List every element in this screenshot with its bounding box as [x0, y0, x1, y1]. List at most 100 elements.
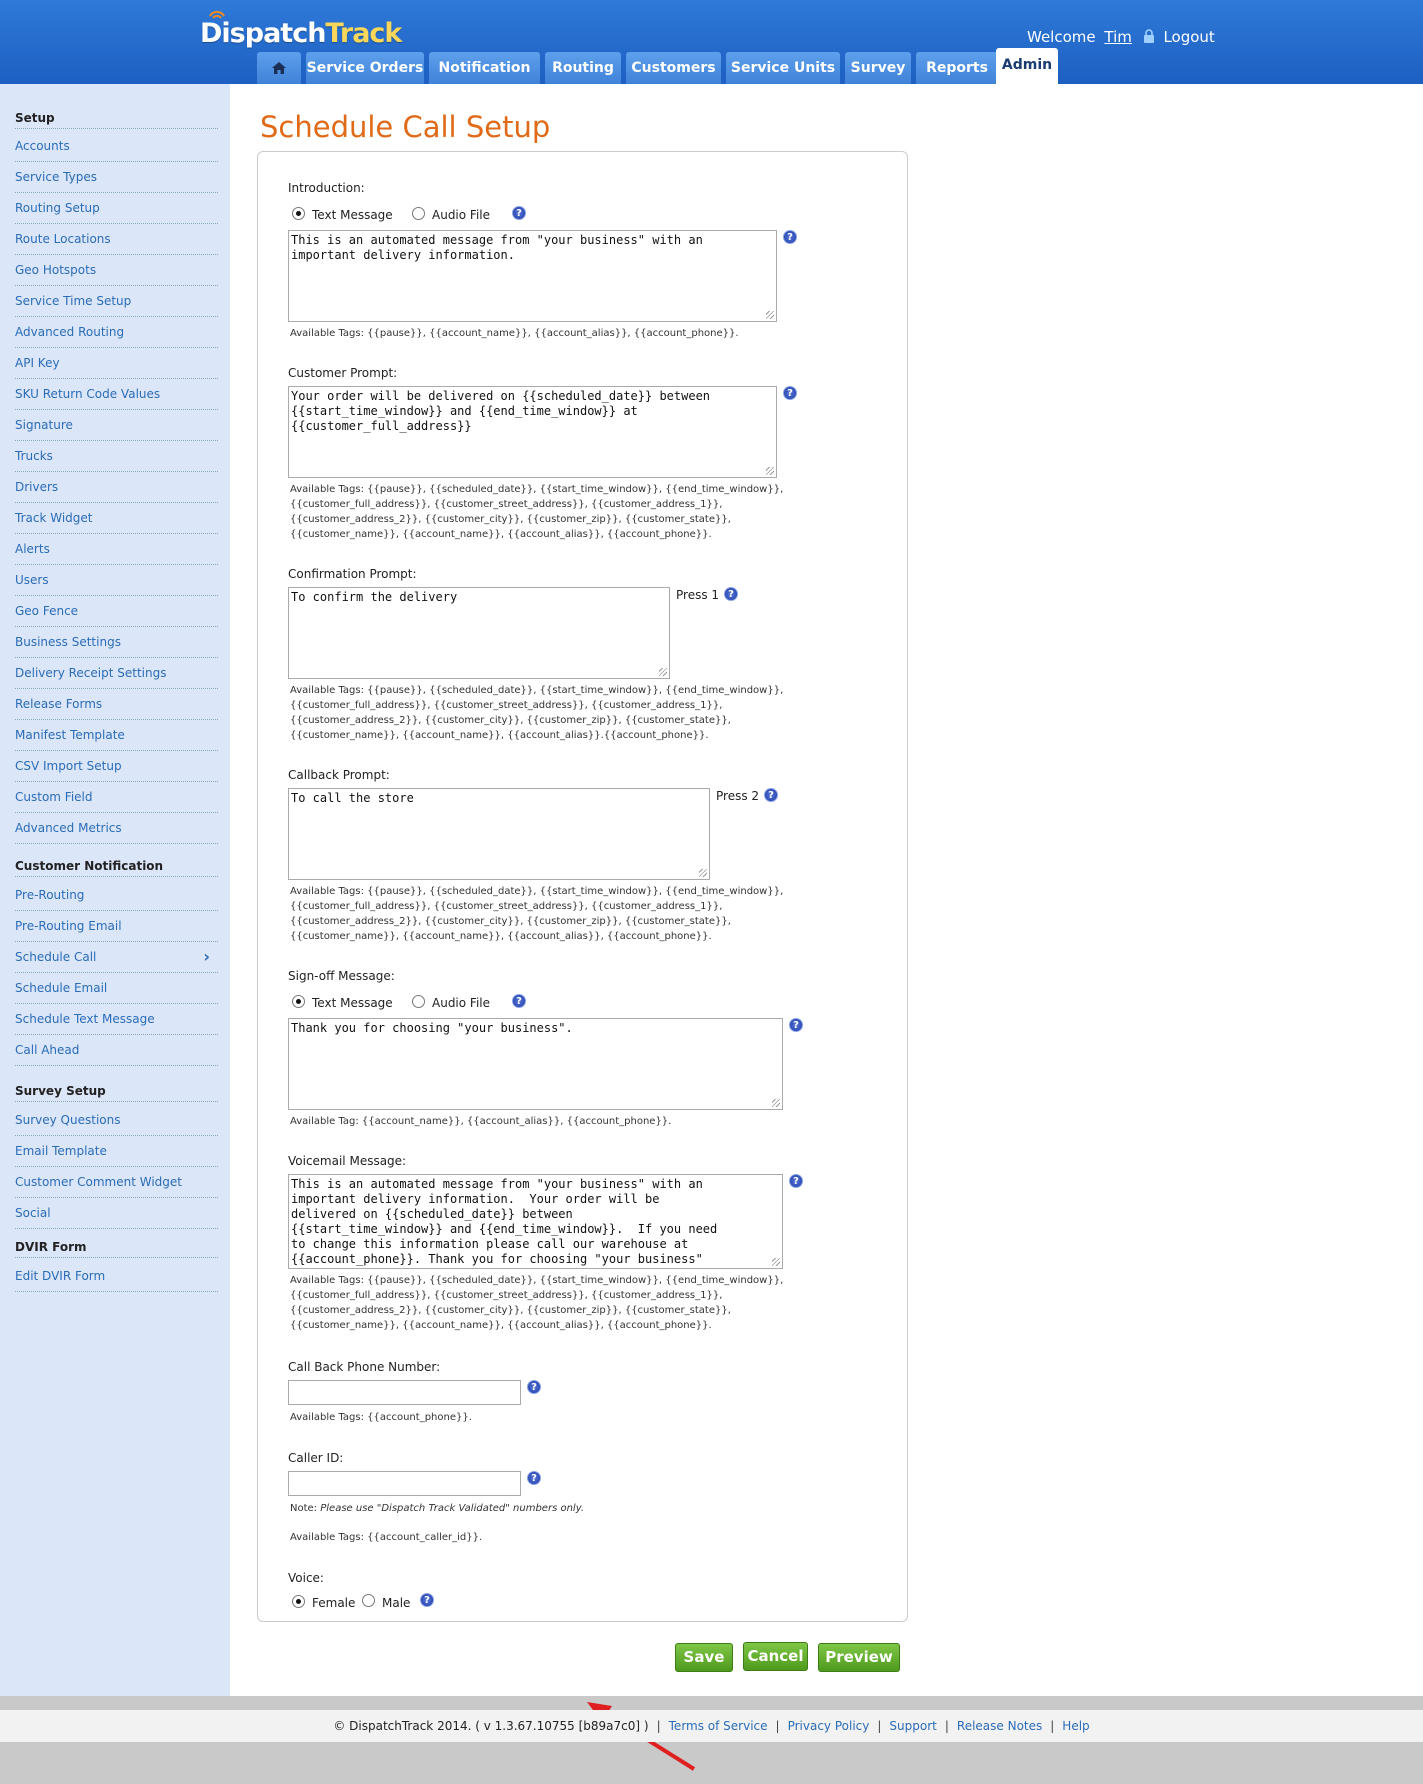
copyright-text: © DispatchTrack 2014. ( v 1.3.67.10755 […: [333, 1719, 649, 1733]
callback-phone-input[interactable]: [288, 1380, 521, 1405]
customer-prompt-textarea[interactable]: Your order will be delivered on {{schedu…: [288, 386, 777, 478]
sidebar-item-label: Pre-Routing Email: [15, 919, 122, 933]
sidebar-item-trucks[interactable]: Trucks: [15, 441, 218, 472]
resize-handle[interactable]: [772, 1258, 780, 1266]
introduction-audio-label: Audio File: [432, 208, 491, 222]
sidebar-heading-dvir-form: DVIR Form: [15, 1240, 87, 1254]
tab-notification[interactable]: Notification: [429, 52, 540, 84]
voice-female-radio[interactable]: [292, 1595, 305, 1608]
sidebar-item-routing-setup[interactable]: Routing Setup: [15, 193, 218, 224]
help-icon[interactable]: ?: [783, 386, 797, 400]
sidebar-item-schedule-email[interactable]: Schedule Email: [15, 973, 218, 1004]
caller-id-input[interactable]: [288, 1471, 521, 1496]
sidebar-item-drivers[interactable]: Drivers: [15, 472, 218, 503]
voicemail-textarea[interactable]: This is an automated message from "your …: [288, 1174, 783, 1269]
sidebar-item-route-locations[interactable]: Route Locations: [15, 224, 218, 255]
terms-link[interactable]: Terms of Service: [669, 1719, 768, 1733]
preview-button[interactable]: Preview: [818, 1643, 900, 1672]
introduction-text-label: Text Message: [312, 208, 393, 222]
sidebar-item-csv-import-setup[interactable]: CSV Import Setup: [15, 751, 218, 782]
sidebar-item-geo-fence[interactable]: Geo Fence: [15, 596, 218, 627]
help-icon[interactable]: ?: [527, 1471, 541, 1485]
tab-home[interactable]: [257, 52, 301, 84]
help-icon[interactable]: ?: [527, 1380, 541, 1394]
sidebar-item-alerts[interactable]: Alerts: [15, 534, 218, 565]
tab-survey[interactable]: Survey: [845, 52, 911, 84]
schedule-call-form: Introduction: Text Message Audio File ? …: [257, 151, 908, 1622]
sidebar-item-delivery-receipt-settings[interactable]: Delivery Receipt Settings: [15, 658, 218, 689]
sidebar-item-service-time-setup[interactable]: Service Time Setup: [15, 286, 218, 317]
voice-label: Voice:: [288, 1571, 324, 1585]
sidebar-item-release-forms[interactable]: Release Forms: [15, 689, 218, 720]
sidebar-item-sku-return-code-values[interactable]: SKU Return Code Values: [15, 379, 218, 410]
sidebar-item-call-ahead[interactable]: Call Ahead: [15, 1035, 218, 1066]
help-icon[interactable]: ?: [789, 1174, 803, 1188]
sidebar-item-customer-comment-widget[interactable]: Customer Comment Widget: [15, 1167, 218, 1198]
tab-reports[interactable]: Reports: [916, 52, 998, 84]
tab-service-units[interactable]: Service Units: [726, 52, 840, 84]
sidebar-item-track-widget[interactable]: Track Widget: [15, 503, 218, 534]
resize-handle[interactable]: [772, 1099, 780, 1107]
note-text: Please use "Dispatch Track Validated" nu…: [320, 1503, 585, 1514]
help-icon[interactable]: ?: [512, 206, 526, 220]
tab-customers[interactable]: Customers: [626, 52, 721, 84]
help-icon[interactable]: ?: [512, 994, 526, 1008]
sidebar-item-schedule-text-message[interactable]: Schedule Text Message: [15, 1004, 218, 1035]
sidebar-item-geo-hotspots[interactable]: Geo Hotspots: [15, 255, 218, 286]
sidebar-item-pre-routing-email[interactable]: Pre-Routing Email: [15, 911, 218, 942]
sidebar-item-edit-dvir-form[interactable]: Edit DVIR Form: [15, 1261, 218, 1292]
sidebar-item-pre-routing[interactable]: Pre-Routing: [15, 880, 218, 911]
help-icon[interactable]: ?: [724, 587, 738, 601]
help-icon[interactable]: ?: [764, 788, 778, 802]
signoff-audio-radio[interactable]: [412, 995, 425, 1008]
callback-prompt-textarea[interactable]: To call the store: [288, 788, 710, 880]
sidebar-item-survey-questions[interactable]: Survey Questions: [15, 1105, 218, 1136]
privacy-link[interactable]: Privacy Policy: [788, 1719, 870, 1733]
resize-handle[interactable]: [699, 869, 707, 877]
sidebar-item-accounts[interactable]: Accounts: [15, 131, 218, 162]
sidebar-item-custom-field[interactable]: Custom Field: [15, 782, 218, 813]
annotation-arrow-icon: [587, 1702, 696, 1771]
sidebar-item-advanced-metrics[interactable]: Advanced Metrics: [15, 813, 218, 844]
support-link[interactable]: Support: [889, 1719, 936, 1733]
confirmation-prompt-textarea[interactable]: To confirm the delivery: [288, 587, 670, 679]
cancel-button[interactable]: Cancel: [743, 1642, 808, 1671]
resize-handle[interactable]: [766, 311, 774, 319]
admin-sidebar: Setup Customer Notification Survey Setup…: [0, 84, 230, 1696]
tags-line: {{customer_name}}, {{account_name}}, {{a…: [290, 730, 709, 741]
sidebar-item-service-types[interactable]: Service Types: [15, 162, 218, 193]
sidebar-item-label: Alerts: [15, 542, 50, 556]
press-2-label: Press 2: [716, 789, 760, 803]
sidebar-item-email-template[interactable]: Email Template: [15, 1136, 218, 1167]
sidebar-item-schedule-call[interactable]: Schedule Call ›: [15, 942, 218, 973]
tab-service-orders[interactable]: Service Orders: [306, 52, 424, 84]
signoff-textarea[interactable]: Thank you for choosing "your business".: [288, 1018, 783, 1110]
help-icon[interactable]: ?: [783, 230, 797, 244]
introduction-audio-radio[interactable]: [412, 207, 425, 220]
sidebar-item-label: Delivery Receipt Settings: [15, 666, 167, 680]
customer-prompt-available-tags: Available Tags: {{pause}}, {{scheduled_d…: [290, 482, 783, 542]
sidebar-item-users[interactable]: Users: [15, 565, 218, 596]
help-icon[interactable]: ?: [789, 1018, 803, 1032]
help-link[interactable]: Help: [1062, 1719, 1089, 1733]
resize-handle[interactable]: [766, 467, 774, 475]
sidebar-item-label: Routing Setup: [15, 201, 100, 215]
sidebar-item-social[interactable]: Social: [15, 1198, 218, 1229]
sidebar-item-advanced-routing[interactable]: Advanced Routing: [15, 317, 218, 348]
sidebar-item-api-key[interactable]: API Key: [15, 348, 218, 379]
release-notes-link[interactable]: Release Notes: [957, 1719, 1042, 1733]
introduction-available-tags: Available Tags: {{pause}}, {{account_nam…: [290, 328, 739, 339]
introduction-textarea[interactable]: This is an automated message from "your …: [288, 230, 777, 322]
sidebar-item-business-settings[interactable]: Business Settings: [15, 627, 218, 658]
sidebar-item-manifest-template[interactable]: Manifest Template: [15, 720, 218, 751]
signoff-text-radio[interactable]: [292, 995, 305, 1008]
tab-routing[interactable]: Routing: [545, 52, 621, 84]
user-link[interactable]: Tim: [1104, 28, 1131, 46]
logout-link[interactable]: Logout: [1163, 28, 1214, 46]
resize-handle[interactable]: [659, 668, 667, 676]
signoff-available-tags: Available Tag: {{account_name}}, {{accou…: [290, 1116, 672, 1127]
sidebar-item-label: SKU Return Code Values: [15, 387, 161, 401]
sidebar-item-signature[interactable]: Signature: [15, 410, 218, 441]
introduction-text-radio[interactable]: [292, 207, 305, 220]
tab-admin[interactable]: Admin: [996, 48, 1058, 84]
